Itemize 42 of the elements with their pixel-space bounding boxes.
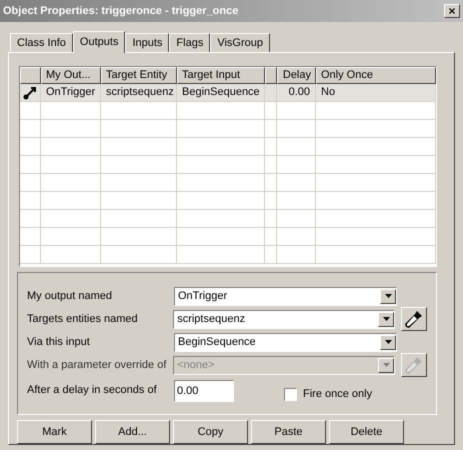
tab[interactable]: VisGroup [210,33,270,52]
table-cell: OnTrigger [41,84,101,101]
field-label: With a parameter override of [27,358,168,373]
action-button[interactable]: Paste [251,420,326,444]
delay-field[interactable]: 0.00 [174,380,234,402]
column-header[interactable]: Target Entity [101,67,177,84]
tab[interactable]: Outputs [72,31,126,53]
field-label: My output named [27,288,113,304]
dropdown[interactable]: scriptsequenz [173,310,395,329]
checkbox-label: Fire once only [303,387,372,402]
close-button[interactable]: × [444,4,460,18]
action-button[interactable]: Copy [173,420,248,444]
column-header[interactable]: Target Input [177,67,265,84]
dropdown-arrow-icon [382,363,390,368]
table-cell: scriptsequenz [101,84,177,101]
column-header[interactable]: Only Once [316,67,436,84]
action-button[interactable]: Mark [17,420,92,444]
tab[interactable]: Inputs [125,33,170,52]
action-button[interactable]: Add... [95,420,170,444]
tab[interactable]: Class Info [10,33,73,52]
eyedropper-icon [405,356,423,374]
column-header[interactable]: Delay [277,67,316,84]
eyedropper-button[interactable] [401,307,427,332]
checkbox[interactable] [284,388,297,402]
table-cell: BeginSequence [177,84,265,101]
action-button[interactable]: Delete [329,420,404,444]
tab[interactable]: Flags [169,33,210,52]
field-label: Targets entities named [27,312,139,327]
window-title: Object Properties: triggeronce - trigger_once [3,4,238,19]
connection-icon [23,86,37,100]
field-label: Via this input [27,334,91,350]
table-cell: No [316,84,436,101]
table-cell: 0.00 [277,84,316,101]
dropdown-arrow-icon [384,340,392,344]
dropdown[interactable]: BeginSequence [174,332,397,352]
dropdown-arrow-icon [384,294,392,298]
field-label: After a delay in seconds of [27,383,158,398]
dropdown[interactable]: OnTrigger [174,286,397,306]
dropdown-arrow-icon [382,317,390,322]
table-row[interactable]: OnTrigger scriptsequenz BeginSequence 0.00 No [20,84,436,102]
eyedropper-icon [405,310,423,328]
column-header[interactable]: My Out... [41,67,101,84]
